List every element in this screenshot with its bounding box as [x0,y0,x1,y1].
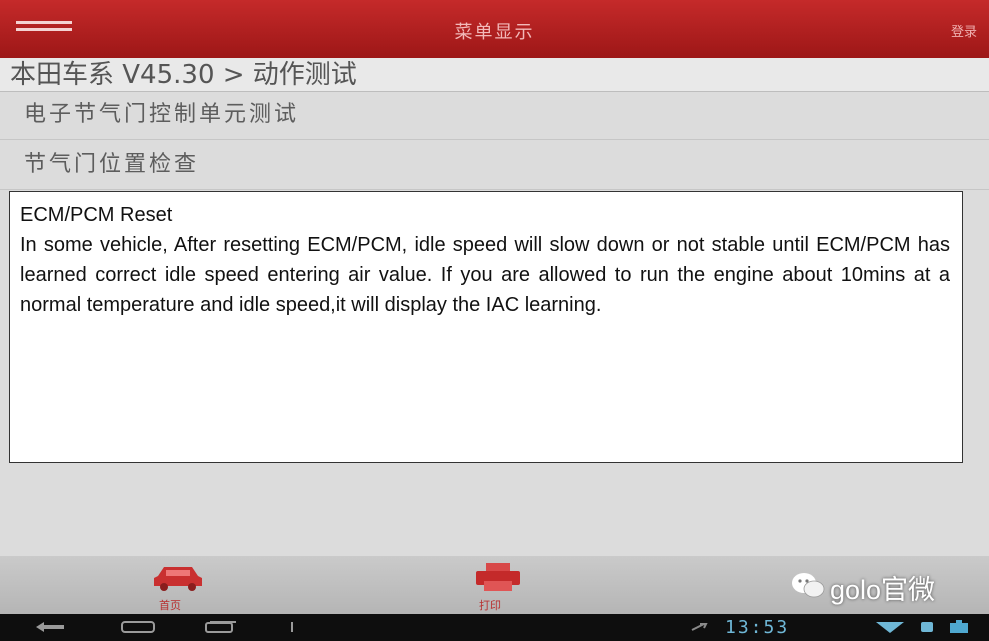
menu-dots-icon[interactable] [287,620,297,634]
usb-icon [691,623,708,631]
print-button[interactable]: 打印 [430,556,550,614]
header-title: 菜单显示 [454,22,535,43]
car-icon [154,567,202,591]
print-label: 打印 [479,599,501,612]
list-item[interactable]: 节气门位置检查 [0,142,989,190]
wechat-logo-icon [792,573,825,598]
watermark-text: golo官微 [830,575,936,605]
home-label: 首页 [159,599,181,612]
status-clock: 13:53 [725,617,790,638]
printer-icon [476,563,520,591]
info-dialog: ECM/PCM Reset In some vehicle, After res… [9,191,963,463]
home-button[interactable]: 首页 [110,556,230,614]
wifi-icon [876,622,904,633]
info-title: ECM/PCM Reset [20,204,173,226]
watermark: golo官微 [790,566,980,606]
back-icon[interactable] [30,620,70,634]
list-item[interactable]: 电子节气门控制单元测试 [0,92,989,140]
breadcrumb: 本田车系 V45.30 > 动作测试 [0,58,989,92]
home-nav-icon[interactable] [118,620,158,634]
info-body: In some vehicle, After resetting ECM/PCM… [20,234,950,316]
recent-apps-icon[interactable] [200,620,240,634]
notification-icon [921,622,933,632]
system-bar: 13:53 [0,614,989,641]
login-button[interactable]: 登录 [951,21,977,40]
battery-icon [950,620,968,633]
app-header: 菜单显示 登录 [0,0,989,58]
